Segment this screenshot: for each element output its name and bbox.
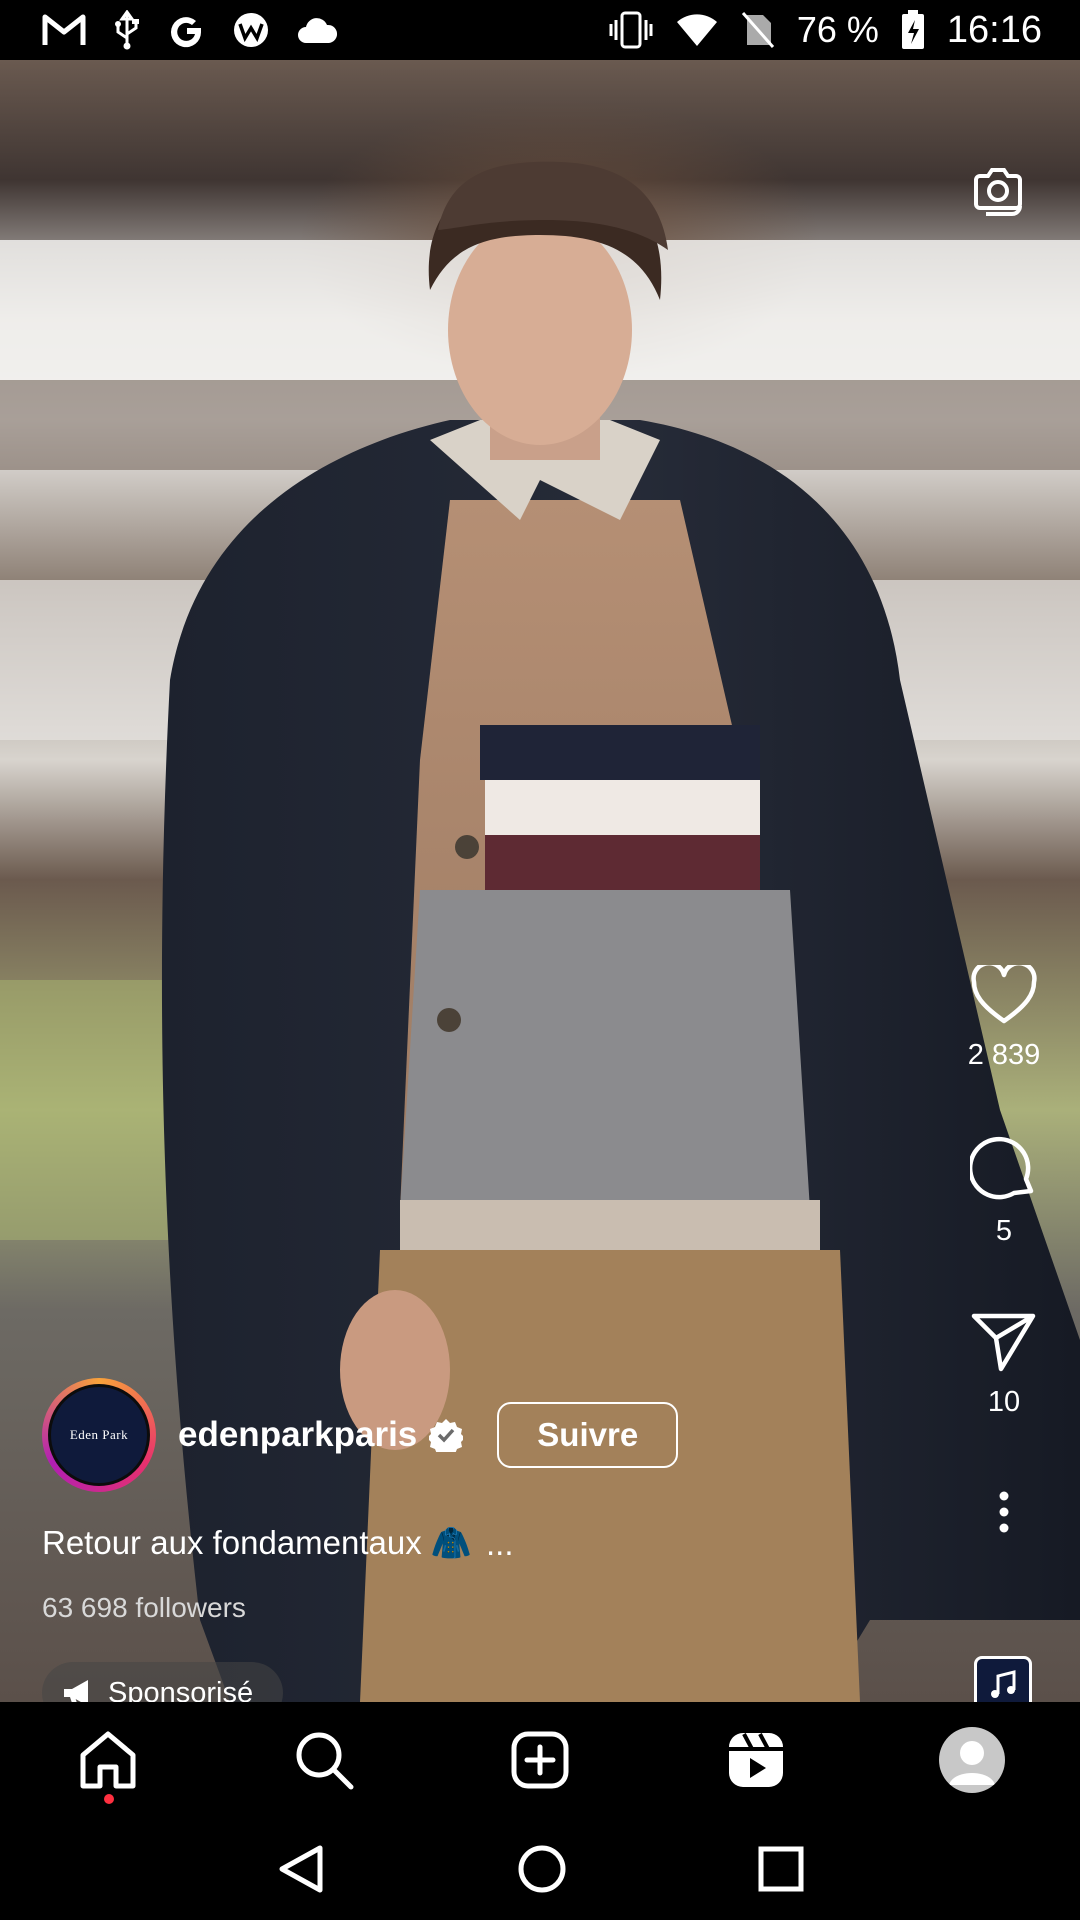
audio-track-button[interactable] — [974, 1656, 1032, 1702]
caption-text: Retour aux fondamentaux 🧥 — [42, 1524, 472, 1561]
recents-icon[interactable] — [758, 1846, 804, 1892]
share-action[interactable]: 10 — [960, 1312, 1048, 1419]
search-icon[interactable] — [293, 1729, 355, 1791]
share-count: 10 — [987, 1386, 1021, 1418]
google-icon — [171, 17, 202, 48]
sponsored-label: Sponsorisé — [108, 1676, 254, 1703]
bottom-nav — [0, 1702, 1080, 1818]
reels-icon[interactable] — [726, 1730, 786, 1790]
battery-charging-icon — [901, 10, 924, 49]
send-icon[interactable] — [971, 1312, 1037, 1372]
comment-icon[interactable] — [970, 1135, 1038, 1201]
caption[interactable]: Retour aux fondamentaux 🧥 ... — [42, 1524, 514, 1563]
music-note-icon — [991, 1670, 1016, 1698]
vibrate-icon — [609, 11, 653, 49]
default-avatar-icon — [949, 1741, 995, 1785]
camera-icon[interactable] — [968, 162, 1028, 222]
back-icon[interactable] — [276, 1844, 326, 1894]
followers-count: 63 698 followers — [42, 1592, 246, 1623]
nav-reels[interactable] — [696, 1702, 816, 1818]
create-icon[interactable] — [510, 1730, 570, 1790]
gmail-icon — [42, 14, 86, 45]
like-action[interactable]: 2 839 — [960, 965, 1048, 1072]
profile-icon[interactable] — [939, 1727, 1005, 1793]
system-nav — [0, 1818, 1080, 1920]
comment-count: 5 — [995, 1215, 1013, 1247]
author-avatar[interactable]: Eden Park — [42, 1378, 156, 1492]
home-circle-icon[interactable] — [517, 1844, 567, 1894]
caption-more[interactable]: ... — [486, 1525, 514, 1563]
nav-home[interactable] — [48, 1702, 168, 1818]
avatar-logo: Eden Park — [51, 1387, 147, 1483]
wifi-icon — [676, 14, 717, 46]
no-sim-icon — [741, 12, 774, 48]
reel-video[interactable]: 2 839 5 10 Eden Park edenparkparis Suivr… — [0, 60, 1080, 1702]
verified-badge-icon — [429, 1419, 464, 1452]
status-bar: 76 % 16:16 — [0, 0, 1080, 60]
nav-profile[interactable] — [912, 1702, 1032, 1818]
sponsored-badge[interactable]: Sponsorisé — [42, 1662, 284, 1703]
follow-button[interactable]: Suivre — [497, 1402, 679, 1468]
clock: 16:16 — [946, 8, 1042, 51]
megaphone-icon — [64, 1680, 88, 1702]
battery-percent: 76 % — [796, 9, 879, 50]
more-vertical-icon[interactable] — [994, 1490, 1014, 1534]
home-icon[interactable] — [77, 1729, 139, 1791]
heart-icon[interactable] — [971, 965, 1037, 1025]
author-row: Eden Park edenparkparis Suivre — [42, 1378, 679, 1492]
comment-action[interactable]: 5 — [960, 1135, 1048, 1248]
usb-icon — [115, 10, 139, 50]
nav-search[interactable] — [264, 1702, 384, 1818]
more-options[interactable] — [960, 1490, 1048, 1534]
nav-create[interactable] — [480, 1702, 600, 1818]
author-username[interactable]: edenparkparis — [178, 1415, 417, 1455]
status-right: 76 % 16:16 — [609, 9, 1042, 52]
cloud-icon — [298, 18, 338, 43]
status-left — [42, 10, 338, 50]
vpn-icon — [234, 13, 268, 47]
notification-dot — [104, 1794, 114, 1804]
like-count: 2 839 — [967, 1039, 1041, 1071]
